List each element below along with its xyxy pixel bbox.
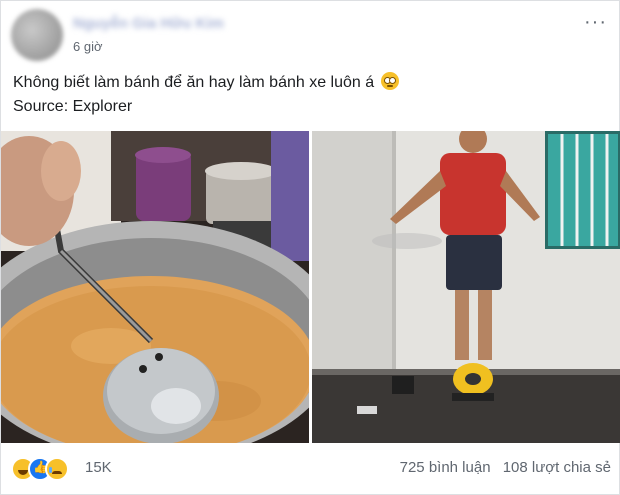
sad-reaction-icon [45,457,69,481]
eye-roll-emoji-icon [380,72,399,90]
post-time[interactable]: 6 giờ [73,39,103,54]
post-footer: 15K 725 bình luận 108 lượt chia sẻ [1,449,620,489]
comments-count[interactable]: 725 bình luận [400,459,491,476]
man-wheel-illustration [312,131,620,443]
avatar[interactable] [11,9,63,61]
photo-man-on-wheel[interactable] [312,131,620,443]
post-header: Nguyễn Gia Hữu Kim 6 giờ ··· [11,9,611,65]
caption-text: Không biết làm bánh để ăn hay làm bánh x… [13,74,375,91]
author-name[interactable]: Nguyễn Gia Hữu Kim [73,15,224,32]
facebook-post: Nguyễn Gia Hữu Kim 6 giờ ··· Không biết … [0,0,620,495]
reaction-count[interactable]: 15K [85,459,112,476]
cake-pot-illustration [1,131,309,443]
photo-cake-in-pot[interactable] [1,131,309,443]
more-options-icon[interactable]: ··· [584,11,607,34]
caption-line: Không biết làm bánh để ăn hay làm bánh x… [13,71,609,95]
photo-grid [1,131,620,443]
source-line: Source: Explorer [13,98,133,115]
post-text: Không biết làm bánh để ăn hay làm bánh x… [13,71,609,119]
shares-count[interactable]: 108 lượt chia sẻ [503,459,611,476]
post-stats: 725 bình luận 108 lượt chia sẻ [392,459,611,476]
